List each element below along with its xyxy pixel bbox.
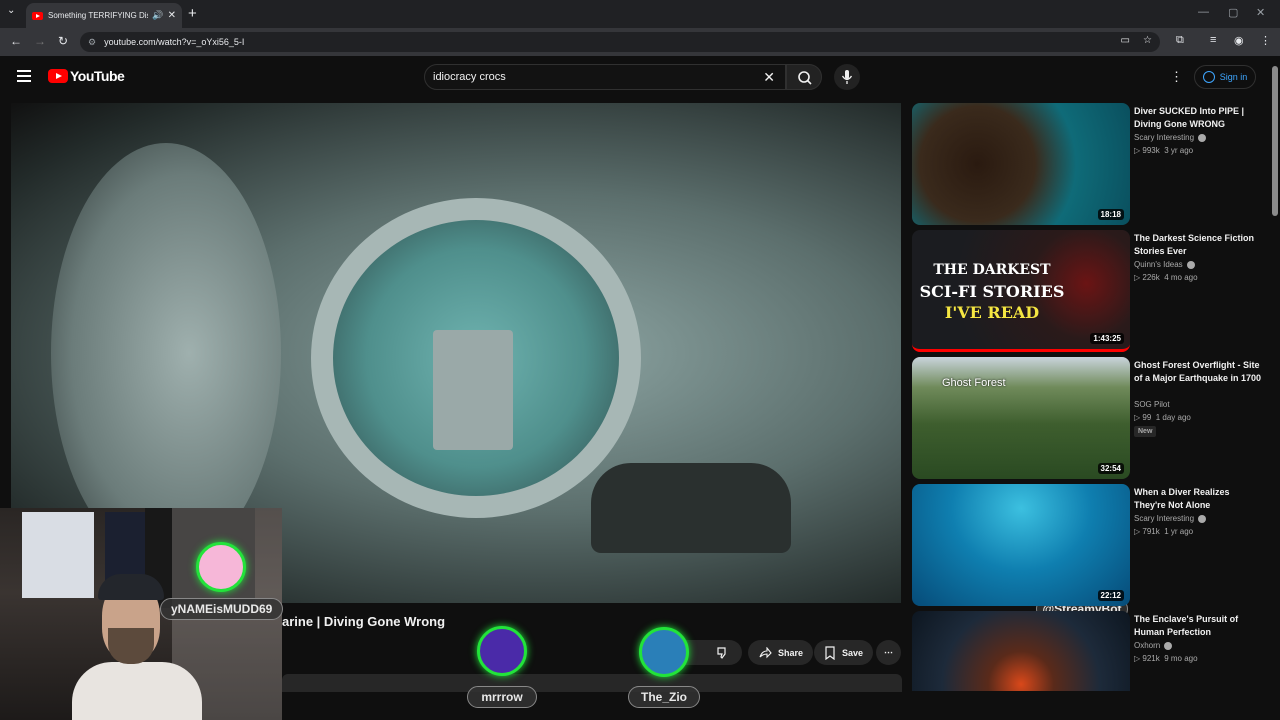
channel-name[interactable]: Oxhorn [1134, 641, 1173, 650]
close-window-icon[interactable]: ✕ [1256, 6, 1265, 19]
tab-title: Something TERRIFYING Dis [48, 11, 149, 20]
cast-icon[interactable]: ▭ [1121, 35, 1130, 46]
recommendation-item[interactable]: The Enclave's Pursuit of Human Perfectio… [912, 611, 1262, 691]
recommendation-item[interactable]: Ghost Forest 32:54 Ghost Forest Overflig… [912, 357, 1262, 479]
video-meta: ▷ 921k 9 mo ago [1134, 654, 1198, 663]
account-icon [1202, 71, 1215, 83]
save-label: Save [842, 647, 864, 658]
recommendation-title[interactable]: Ghost Forest Overflight - Site of a Majo… [1134, 359, 1262, 385]
video-thumbnail[interactable]: 22:12 [912, 484, 1130, 606]
recommendation-title[interactable]: Diver SUCKED Into PIPE | Diving Gone WRO… [1134, 105, 1262, 131]
video-meta: ▷ 99 1 day ago [1134, 413, 1191, 422]
video-thumbnail[interactable]: THE DARKEST SCI-FI STORIES I'VE READ 1:4… [912, 230, 1130, 352]
streamer-image [72, 570, 202, 720]
dislike-icon[interactable] [715, 645, 729, 661]
url-text: youtube.com/watch?v=_oYxi56_5-I [104, 37, 245, 47]
speaker-icon[interactable]: 🔊 [152, 10, 163, 21]
browser-menu-icon[interactable]: ⋮ [1260, 34, 1271, 47]
verified-icon [1198, 514, 1207, 523]
duration-badge: 18:18 [1097, 209, 1124, 220]
sign-in-button[interactable]: Sign in [1194, 65, 1256, 89]
duration-badge: 22:12 [1097, 590, 1124, 601]
save-button[interactable]: Save [814, 640, 874, 665]
share-icon [759, 646, 772, 658]
hatch-door-image [51, 143, 281, 563]
extensions-icon[interactable]: ⧉ [1176, 34, 1184, 47]
search-icon [798, 71, 812, 85]
youtube-header: YouTube ✕ ⋮ Sign in [0, 56, 1270, 98]
search-input[interactable] [433, 71, 733, 83]
microphone-icon [841, 70, 853, 84]
viewer-avatar [196, 542, 246, 592]
description-box[interactable] [282, 674, 902, 692]
video-title: arine | Diving Gone Wrong [282, 614, 446, 629]
viewer-avatar [639, 627, 689, 677]
recommendation-title[interactable]: The Darkest Science Fiction Stories Ever [1134, 232, 1262, 258]
share-label: Share [778, 647, 804, 658]
recommendation-title[interactable]: When a Diver Realizes They're Not Alone [1134, 486, 1262, 512]
url-field[interactable]: ⚙ youtube.com/watch?v=_oYxi56_5-I ▭ ☆ [80, 32, 1160, 52]
menu-hamburger-icon[interactable] [17, 70, 31, 82]
bookmark-star-icon[interactable]: ☆ [1143, 35, 1152, 46]
viewer-avatar [477, 626, 527, 676]
youtube-logo[interactable]: YouTube [48, 68, 125, 84]
video-meta: ▷ 226k 4 mo ago [1134, 273, 1198, 282]
sign-in-label: Sign in [1219, 72, 1248, 82]
verified-icon [1164, 641, 1173, 650]
duration-badge: 1:43:25 [1090, 333, 1124, 344]
channel-name[interactable]: Scary Interesting [1134, 133, 1207, 142]
new-tab-button[interactable]: + [188, 5, 197, 22]
more-actions-button[interactable]: ⋯ [876, 640, 901, 665]
more-horizontal-icon: ⋯ [884, 647, 893, 657]
logo-text: YouTube [70, 68, 125, 84]
media-icon[interactable]: ≡ [1210, 34, 1216, 46]
back-icon[interactable]: ← [10, 34, 22, 48]
page-scrollbar[interactable] [1270, 56, 1280, 696]
settings-more-icon[interactable]: ⋮ [1170, 69, 1183, 85]
duration-badge: 32:54 [1097, 463, 1124, 474]
seat-image [591, 463, 791, 553]
new-badge: New [1134, 426, 1157, 437]
browser-tab[interactable]: Something TERRIFYING Dis 🔊 ✕ [26, 3, 182, 28]
hatch-opening-image [311, 198, 641, 518]
video-thumbnail[interactable]: Ghost Forest 32:54 [912, 357, 1130, 479]
search-box[interactable]: ✕ [424, 64, 786, 90]
youtube-favicon-icon [32, 11, 43, 20]
youtube-play-icon [48, 69, 68, 83]
scrollbar-thumb[interactable] [1272, 66, 1278, 216]
recommendation-item[interactable]: 18:18 Diver SUCKED Into PIPE | Diving Go… [912, 103, 1262, 225]
address-bar-row: ← → ↻ ⚙ youtube.com/watch?v=_oYxi56_5-I … [0, 28, 1280, 56]
forward-icon[interactable]: → [34, 34, 46, 48]
search-button[interactable] [786, 64, 822, 90]
video-meta: ▷ 791k 1 yr ago [1134, 527, 1194, 536]
close-tab-icon[interactable]: ✕ [168, 10, 176, 21]
tab-list-chevron-icon[interactable]: ⌄ [7, 5, 15, 16]
video-thumbnail[interactable] [912, 611, 1130, 691]
viewer-name: mrrrow [467, 686, 537, 708]
verified-icon [1198, 133, 1207, 142]
share-button[interactable]: Share [748, 640, 814, 665]
channel-name[interactable]: Scary Interesting [1134, 514, 1207, 523]
viewer-name: The_Zio [628, 686, 700, 708]
profile-icon[interactable]: ◉ [1234, 34, 1244, 47]
verified-icon [1186, 260, 1195, 269]
voice-search-button[interactable] [834, 64, 860, 90]
video-thumbnail[interactable]: 18:18 [912, 103, 1130, 225]
reload-icon[interactable]: ↻ [58, 34, 68, 48]
site-info-icon[interactable]: ⚙ [88, 37, 96, 48]
recommendation-item[interactable]: THE DARKEST SCI-FI STORIES I'VE READ 1:4… [912, 230, 1262, 352]
recommendation-item[interactable]: 22:12 When a Diver Realizes They're Not … [912, 484, 1262, 606]
browser-tab-bar: ⌄ Something TERRIFYING Dis 🔊 ✕ + — ▢ ✕ [0, 0, 1280, 28]
viewer-name: yNAMEisMUDD69 [160, 598, 284, 620]
channel-name[interactable]: Quinn's Ideas [1134, 260, 1195, 269]
channel-name[interactable]: SOG Pilot [1134, 400, 1170, 409]
minimize-icon[interactable]: — [1198, 6, 1209, 18]
recommendation-title[interactable]: The Enclave's Pursuit of Human Perfectio… [1134, 613, 1262, 639]
clear-search-icon[interactable]: ✕ [763, 69, 775, 86]
save-icon [825, 645, 835, 660]
maximize-icon[interactable]: ▢ [1228, 6, 1238, 19]
video-meta: ▷ 993k 3 yr ago [1134, 146, 1194, 155]
